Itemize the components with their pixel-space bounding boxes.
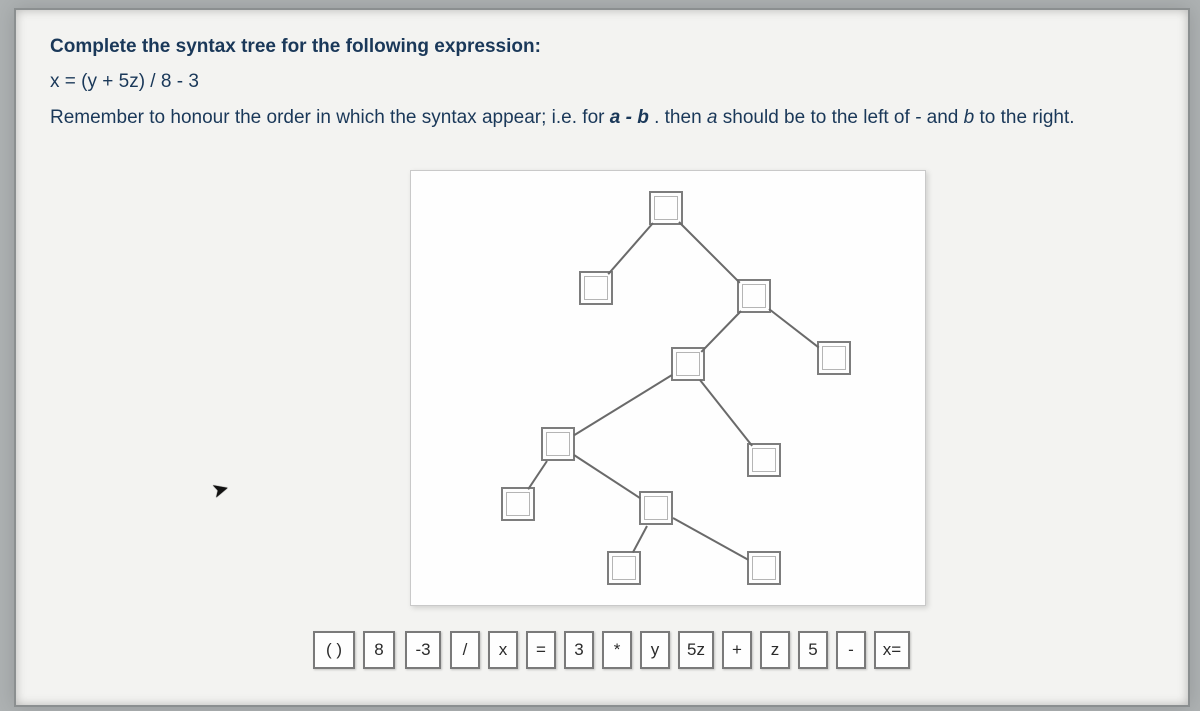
tree-edge <box>528 460 549 489</box>
tree-drop-node[interactable] <box>817 341 851 375</box>
drop-zone-inner <box>506 492 530 516</box>
drop-zone-inner <box>676 352 700 376</box>
drop-zone-inner <box>546 432 570 456</box>
syntax-tree-diagram <box>410 170 926 606</box>
drop-zone-inner <box>742 284 766 308</box>
draggable-token[interactable]: + <box>722 631 752 669</box>
draggable-token[interactable]: z <box>760 631 790 669</box>
draggable-token[interactable]: * <box>602 631 632 669</box>
drop-zone-inner <box>822 346 846 370</box>
tree-edge <box>672 517 748 560</box>
tree-drop-node[interactable] <box>747 551 781 585</box>
drop-zone-inner <box>752 556 776 580</box>
q3c: should be to the left of <box>723 107 915 128</box>
q3i2: a <box>707 107 718 128</box>
q3i4: b <box>964 107 975 128</box>
drop-zone-inner <box>644 496 668 520</box>
tree-edge <box>608 223 654 276</box>
tree-edge <box>574 374 673 436</box>
question-text: Complete the syntax tree for the followi… <box>50 32 1160 132</box>
draggable-token[interactable]: x= <box>874 631 910 669</box>
draggable-token[interactable]: y <box>640 631 670 669</box>
tree-drop-node[interactable] <box>541 427 575 461</box>
draggable-token[interactable]: 3 <box>564 631 594 669</box>
draggable-token[interactable]: = <box>526 631 556 669</box>
draggable-token[interactable]: 8 <box>363 631 395 669</box>
tree-edge <box>679 222 742 285</box>
tree-drop-node[interactable] <box>579 271 613 305</box>
drop-zone-inner <box>752 448 776 472</box>
question-page: Complete the syntax tree for the followi… <box>14 8 1190 707</box>
drop-zone-inner <box>584 276 608 300</box>
tree-edge <box>573 455 640 500</box>
tree-drop-node[interactable] <box>501 487 535 521</box>
tree-edge <box>632 525 648 552</box>
draggable-token[interactable]: - <box>836 631 866 669</box>
tree-edge <box>768 308 819 348</box>
question-line3: Remember to honour the order in which th… <box>50 103 1160 132</box>
tree-drop-node[interactable] <box>607 551 641 585</box>
q3b: . then <box>654 107 707 128</box>
mouse-cursor-icon: ➤ <box>209 475 232 503</box>
q3d: and <box>927 107 964 128</box>
draggable-token[interactable]: 5z <box>678 631 714 669</box>
tree-edge <box>701 310 742 352</box>
tree-drop-node[interactable] <box>639 491 673 525</box>
drop-zone-inner <box>654 196 678 220</box>
draggable-token[interactable]: / <box>450 631 480 669</box>
drop-zone-inner <box>612 556 636 580</box>
question-line2: x = (y + 5z) / 8 - 3 <box>50 67 1160 96</box>
q3a: Remember to honour the order in which th… <box>50 107 610 128</box>
q3e: to the right. <box>979 107 1074 128</box>
tree-drop-node[interactable] <box>649 191 683 225</box>
draggable-token[interactable]: ( ) <box>313 631 355 669</box>
tree-drop-node[interactable] <box>671 347 705 381</box>
q3i1: a - b <box>610 107 649 128</box>
tree-edge <box>699 379 753 446</box>
token-bank: ( )8-3/x=3*y5z+z5-x= <box>313 631 1013 679</box>
q3i3: - <box>915 107 921 128</box>
tree-drop-node[interactable] <box>737 279 771 313</box>
draggable-token[interactable]: -3 <box>405 631 441 669</box>
draggable-token[interactable]: x <box>488 631 518 669</box>
draggable-token[interactable]: 5 <box>798 631 828 669</box>
question-line1: Complete the syntax tree for the followi… <box>50 32 1160 61</box>
tree-drop-node[interactable] <box>747 443 781 477</box>
